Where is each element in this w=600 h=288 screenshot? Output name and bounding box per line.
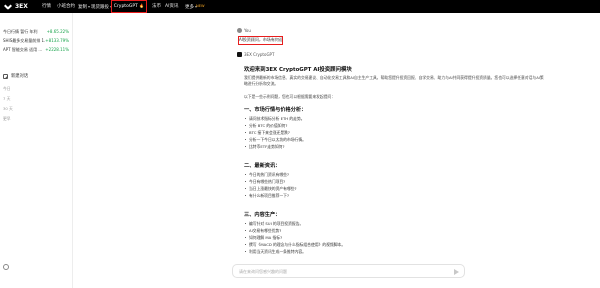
logo[interactable]: 3EX [4,2,28,11]
nav-item-copy[interactable]: 复制▾ [78,0,90,13]
nav-item-fiat[interactable]: 法币 [152,0,161,13]
example-list: 编写针对 SUI 的项目投资报告。 AI交易有哪些优势? 如何理解 MA 指标?… [244,220,544,255]
example-question[interactable]: 撰写《MACD 的理念与什么指标组合使用》的视频脚本。 [244,241,544,248]
example-question[interactable]: 今日有哪些热门项目? [244,178,544,185]
welcome-title: 欢迎来到3EX CryptoGPT AI投资顾问模块 [244,67,352,73]
example-question[interactable]: BTC 接下来会涨还是跌? [244,129,544,136]
fire-icon: 🔥 [139,3,145,8]
nav-item-spot-follow[interactable]: 现货跟投▾ [91,0,112,13]
example-question[interactable]: 分析一下今日以太坊的市场行情。 [244,136,544,143]
intro-text: 我们提供最新的市场信息、真实的交易建议、自动化交易工具和AI自主生产工具，帮助您… [244,75,544,86]
user-label: You [244,28,251,33]
example-question[interactable]: 有什么新项目推荐一下? [244,192,544,199]
sidebar-ticker[interactable]: 今日行情 暂行 年利 +8.65.22% [3,28,71,35]
ticker-name: SHIS最多交易量前排 1.0 [3,38,45,43]
example-question[interactable]: 请问技术指标分析 ETH 的走势。 [244,115,544,122]
nav-item-label: 法币 [152,4,161,9]
section-heading: 三、内容生产： [244,212,281,218]
history-section-label: 今日 [3,86,11,91]
bot-avatar-icon [237,52,242,57]
nav-active-label: CryptoGPT [113,4,138,9]
ticker-name: APT 智能交易 适用 ... [3,47,43,52]
example-question[interactable]: 今日的热门资讯有哪些? [244,171,544,178]
example-question[interactable]: 利用当天资讯生成一条推特内容。 [244,248,544,255]
ticker-change: +2228.11% [45,47,69,52]
ticker-change: +8133.79% [45,38,69,43]
chat-input[interactable] [239,267,439,276]
example-list: 今日的热门资讯有哪些? 今日有哪些热门项目? 当日上涨最快的资产有哪些? 有什么… [244,171,544,199]
user-message-header: You [237,28,251,33]
user-account-icon[interactable] [3,264,9,270]
nav-item-label: AI资讯 [165,4,179,9]
chat-input-container [232,264,465,278]
logo-text: 3EX [15,3,28,10]
example-question[interactable]: 当日上涨最快的资产有哪些? [244,185,544,192]
bot-label: 3EX CryptoGPT [244,52,275,57]
send-icon[interactable] [454,269,459,275]
logo-mark-icon [4,3,13,11]
nav-item-contract[interactable]: 小班合约 [57,0,75,13]
bot-message-header: 3EX CryptoGPT [237,52,274,57]
history-section-label: 7 天 [3,96,11,101]
ticker-name: 今日行情 暂行 年利 [3,29,38,34]
chevron-down-icon: ▾ [88,4,91,9]
new-badge: NEW [196,4,205,8]
nav-item-cryptogpt[interactable]: CryptoGPT 🔥 [111,0,147,13]
nav-item-label: 行情 [42,4,51,9]
example-list: 请问技术指标分析 ETH 的走势。 分析 BTC 的价值如何? BTC 接下来会… [244,115,544,150]
history-section-label: 30 天 [3,106,13,111]
nav-item-ai-news[interactable]: AI资讯 [165,0,178,13]
sidebar-ticker[interactable]: APT 智能交易 适用 ... +2228.11% [3,46,71,53]
new-chat-label: 新建对话 [11,74,29,79]
new-chat-button[interactable]: 新建对话 [3,73,28,79]
history-section-label: 更早 [3,116,11,121]
section-heading: 一、市场行情与价格分析： [244,107,307,113]
example-question[interactable]: 分析 BTC 的价值如何? [244,122,544,129]
example-question[interactable]: AI交易有哪些优势? [244,227,544,234]
examples-subtitle: 以下是一些示例问题，您也可以根据需要来发起提问： [244,94,336,99]
sidebar: 今日行情 暂行 年利 +8.65.22% SHIS最多交易量前排 1.0 +81… [0,13,73,288]
user-message: AI投资顾问，市场有何近况 [238,36,283,45]
nav-item-label: 复制 [78,5,87,10]
top-navigation-bar: 3EX 行情 小班合约 复制▾ 现货跟投▾ CryptoGPT 🔥 法币 AI资… [0,0,600,13]
nav-item-label: 小班合约 [57,4,75,9]
avatar [237,28,242,33]
example-question[interactable]: 比特币ETF走势如何? [244,143,544,150]
edit-icon [3,73,8,79]
ticker-change: +8.65.22% [46,29,69,34]
section-heading: 二、最新资讯： [244,163,281,169]
example-question[interactable]: 如何理解 MA 指标? [244,234,544,241]
nav-item-label: 现货跟投 [91,5,109,10]
example-question[interactable]: 编写针对 SUI 的项目投资报告。 [244,220,544,227]
nav-item-label: 更多 [185,5,194,10]
sidebar-ticker[interactable]: SHIS最多交易量前排 1.0 +8133.79% [3,37,71,44]
nav-item-market[interactable]: 行情 [42,0,51,13]
